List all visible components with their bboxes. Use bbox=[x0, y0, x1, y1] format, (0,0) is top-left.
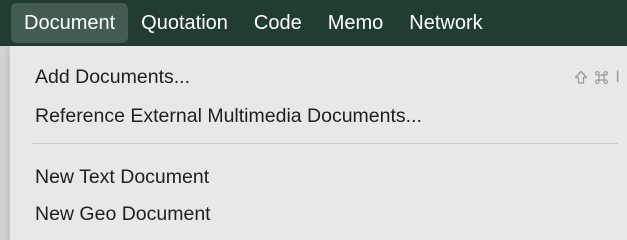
menu-item-add-documents[interactable]: Add Documents... I bbox=[10, 60, 622, 94]
menu-item-label: New Text Document bbox=[35, 165, 210, 188]
menu-quotation[interactable]: Quotation bbox=[128, 3, 241, 43]
keyboard-shortcut: I bbox=[574, 60, 620, 94]
menu-item-new-geo-document[interactable]: New Geo Document bbox=[10, 197, 622, 231]
command-icon bbox=[594, 70, 609, 85]
menu-item-new-text-document[interactable]: New Text Document bbox=[10, 160, 622, 194]
menu-item-label: Reference External Multimedia Documents.… bbox=[35, 104, 422, 127]
menu-item-label: New Geo Document bbox=[35, 202, 211, 225]
document-menu-dropdown: Add Documents... I Reference External Mu… bbox=[9, 46, 627, 240]
screen: Document Quotation Code Memo Network Add… bbox=[0, 0, 627, 240]
menu-item-label: Add Documents... bbox=[35, 65, 190, 88]
menu-memo[interactable]: Memo bbox=[315, 3, 397, 43]
background-window-edge bbox=[0, 46, 9, 240]
menu-document[interactable]: Document bbox=[11, 3, 129, 43]
menu-separator bbox=[32, 143, 618, 144]
menu-bar: Document Quotation Code Memo Network bbox=[0, 0, 627, 46]
menu-code[interactable]: Code bbox=[241, 3, 315, 43]
menu-item-reference-external-multimedia[interactable]: Reference External Multimedia Documents.… bbox=[10, 99, 622, 133]
shift-icon bbox=[574, 70, 588, 85]
menu-network[interactable]: Network bbox=[396, 3, 495, 43]
shortcut-key: I bbox=[615, 67, 620, 86]
